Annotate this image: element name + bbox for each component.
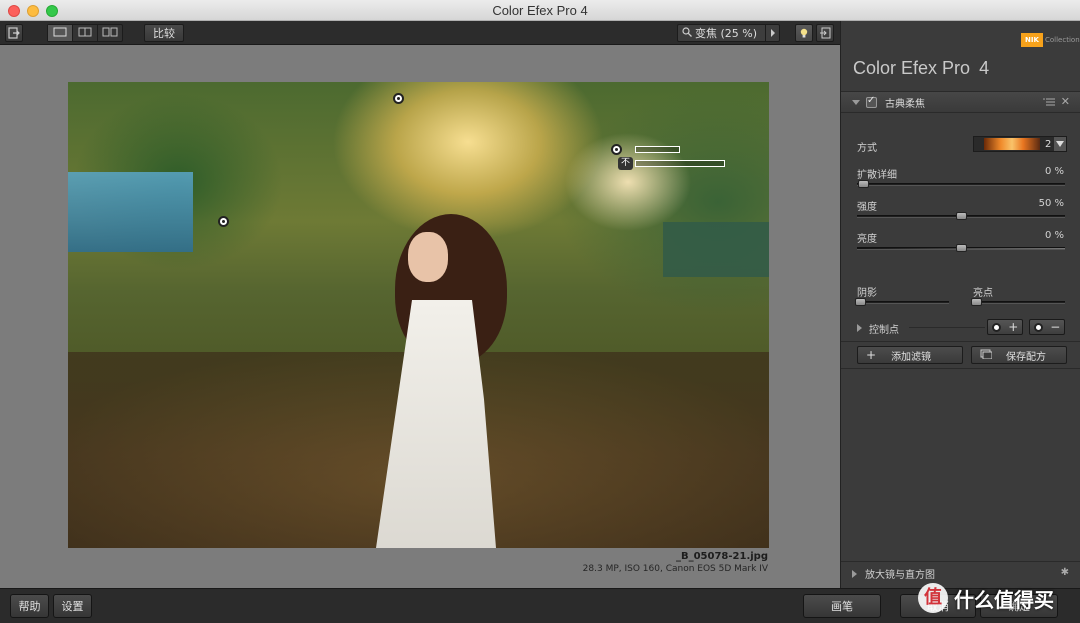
- filter-menu-icon[interactable]: [1043, 97, 1055, 110]
- add-filter-button[interactable]: + 添加滤镜: [857, 346, 963, 364]
- window-titlebar: Color Efex Pro 4: [0, 0, 1080, 21]
- minus-icon: −: [1050, 320, 1061, 334]
- top-toolbar: 比较 变焦 (25 %): [0, 21, 840, 45]
- plus-icon: +: [1008, 320, 1019, 334]
- control-points-divider: [909, 327, 985, 328]
- brush-button[interactable]: 画笔: [803, 594, 881, 618]
- single-view-icon: [53, 27, 67, 40]
- slider-value: 0 %: [1044, 230, 1064, 241]
- watermark-text: 什么值得买: [954, 587, 1054, 612]
- collection-label: Collection: [1045, 36, 1080, 44]
- control-point[interactable]: [218, 216, 229, 227]
- plus-icon: +: [866, 348, 877, 362]
- app-title: Color Efex Pro 4: [853, 58, 989, 79]
- highlights-label: 亮点: [973, 288, 993, 299]
- highlights-slider-track[interactable]: [970, 298, 1065, 306]
- zoom-control[interactable]: 变焦 (25 %): [677, 24, 780, 42]
- photo-preview[interactable]: 不: [68, 82, 769, 548]
- export-button[interactable]: [816, 24, 834, 42]
- method-value: 2: [1045, 138, 1052, 150]
- single-view-button[interactable]: [48, 25, 73, 41]
- pin-icon[interactable]: ✱: [1061, 567, 1069, 578]
- file-meta: 28.3 MP, ISO 160, Canon EOS 5D Mark IV: [582, 564, 768, 574]
- lightbulb-icon: [798, 27, 810, 39]
- site-watermark: 值 什么值得买: [918, 578, 1054, 618]
- split-view-icon: [78, 27, 92, 40]
- close-icon[interactable]: ✕: [1061, 95, 1070, 108]
- file-name: _B_05078-21.jpg: [675, 551, 768, 562]
- compare-button[interactable]: 比较: [144, 24, 184, 42]
- control-point[interactable]: [393, 93, 404, 104]
- preview-canvas[interactable]: 不 _B_05078-21.jpg 28.3 MP, ISO 160, Cano…: [0, 45, 840, 588]
- slider-value: 50 %: [1038, 198, 1064, 209]
- app-version: 4: [979, 58, 990, 78]
- photo-fence: [663, 222, 769, 277]
- slider-label: 亮度: [857, 234, 877, 245]
- control-point-icon: [1033, 322, 1043, 332]
- add-control-point-button[interactable]: +: [987, 319, 1023, 335]
- view-mode-group: [47, 24, 123, 42]
- side-by-side-icon: [102, 27, 118, 40]
- method-label: 方式: [857, 143, 877, 154]
- chevron-down-icon[interactable]: [1054, 137, 1066, 151]
- expand-triangle-icon[interactable]: [857, 324, 862, 332]
- recipe-icon: [980, 349, 993, 362]
- control-point-size-slider[interactable]: [635, 146, 680, 153]
- brand-logo: NIK Collection: [1021, 33, 1080, 47]
- filter-header[interactable]: 古典柔焦 ✕: [841, 91, 1080, 113]
- divider: [841, 368, 1080, 369]
- split-view-button[interactable]: [73, 25, 98, 41]
- help-button[interactable]: 帮助: [10, 594, 49, 618]
- method-preview-swatch: [984, 138, 1040, 150]
- save-recipe-button[interactable]: 保存配方: [971, 346, 1067, 364]
- expand-triangle-icon[interactable]: [852, 569, 857, 578]
- control-point-strength-slider[interactable]: [635, 160, 725, 167]
- highlights-slider-thumb[interactable]: [970, 298, 982, 306]
- slider-value: 0 %: [1044, 166, 1064, 177]
- window-title: Color Efex Pro 4: [492, 3, 588, 18]
- filter-panel: NIK Collection Color Efex Pro 4 古典柔焦 ✕ 方…: [840, 21, 1080, 588]
- zoom-label: 变焦 (25 %): [695, 27, 758, 40]
- shadows-slider-thumb[interactable]: [854, 298, 866, 306]
- search-icon: [678, 26, 692, 40]
- exit-icon: [8, 27, 20, 39]
- save-recipe-label: 保存配方: [1006, 351, 1046, 363]
- slider-track[interactable]: [857, 244, 1065, 252]
- control-points-row: 控制点 + −: [841, 318, 1080, 338]
- slider-label: 强度: [857, 202, 877, 213]
- filter-enable-checkbox[interactable]: [866, 95, 877, 108]
- nik-logo: NIK: [1021, 33, 1043, 47]
- side-by-side-button[interactable]: [98, 25, 122, 41]
- control-points-label: 控制点: [869, 325, 899, 336]
- slider-track[interactable]: [857, 180, 1065, 188]
- shadows-label: 阴影: [857, 288, 877, 299]
- watermark-badge: 值: [918, 583, 948, 613]
- divider: [841, 341, 1080, 342]
- slider-thumb[interactable]: [956, 244, 967, 252]
- filter-name: 古典柔焦: [885, 98, 925, 110]
- play-arrow-icon[interactable]: [765, 25, 779, 41]
- add-filter-label: 添加滤镜: [891, 351, 932, 363]
- remove-control-point-button[interactable]: −: [1029, 319, 1065, 335]
- slider-thumb[interactable]: [956, 212, 967, 220]
- slider-label: 扩散详细: [857, 170, 897, 181]
- lightbulb-button[interactable]: [795, 24, 813, 42]
- method-selector[interactable]: 2: [973, 136, 1067, 152]
- shadows-slider-track[interactable]: [854, 298, 949, 306]
- app-title-text: Color Efex Pro: [853, 58, 971, 78]
- slider-track[interactable]: [857, 212, 1065, 220]
- control-point-badge: 不: [618, 157, 633, 170]
- control-point-icon: [991, 322, 1001, 332]
- collapse-triangle-icon[interactable]: [852, 99, 860, 105]
- control-point-selected[interactable]: [611, 144, 622, 155]
- settings-button[interactable]: 设置: [53, 594, 92, 618]
- slider-thumb[interactable]: [858, 180, 870, 188]
- photo-house: [68, 172, 193, 252]
- photo-subject-face: [408, 232, 448, 282]
- export-icon: [819, 27, 831, 39]
- exit-button[interactable]: [5, 24, 23, 42]
